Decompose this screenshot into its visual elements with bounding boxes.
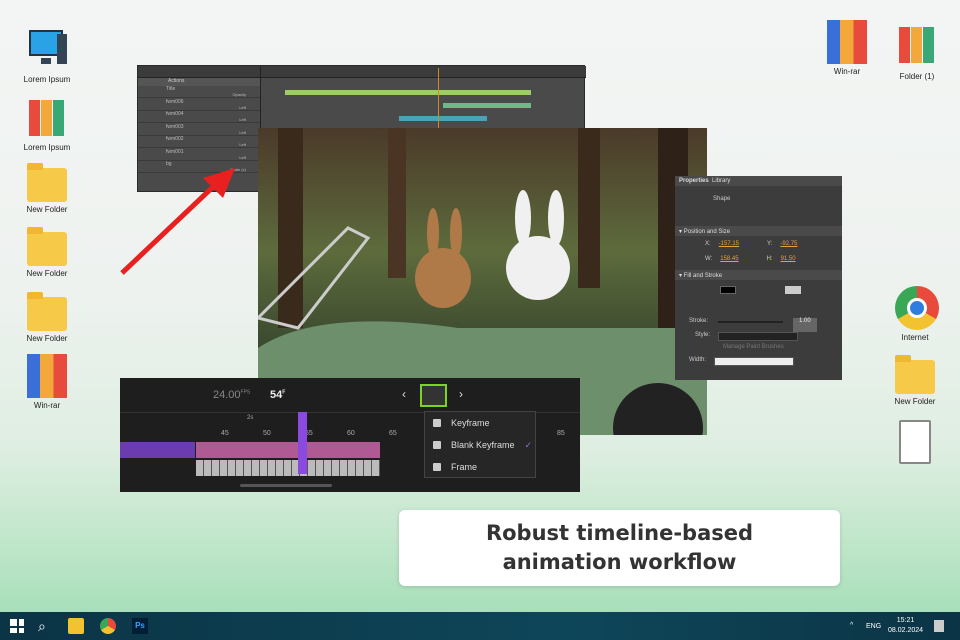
file-explorer-icon[interactable] [68,618,84,634]
frame-icon [433,463,441,471]
desktop-icon-folder[interactable]: New Folder [883,352,947,406]
layer-name: fwm003 [166,123,184,130]
layer-row[interactable]: fwm002 Left [138,136,260,148]
frame-tick-label: 85 [557,430,565,437]
menu-item-frame[interactable]: Frame [425,456,535,478]
desktop-icon-computer[interactable]: Lorem Ipsum [15,28,79,84]
winrar-icon [27,354,67,398]
checkmark-icon: ✓ [524,439,533,450]
style-dropdown[interactable] [718,332,799,341]
stroke-input[interactable]: 1.00 [793,318,817,332]
chrome-taskbar-icon[interactable] [100,618,116,634]
menu-item-blank-keyframe[interactable]: Blank Keyframe ✓ [425,434,535,456]
red-arrow [120,168,235,275]
computer-icon [27,28,67,72]
prev-keyframe-button[interactable]: ‹ [402,387,406,401]
tween-span[interactable] [196,442,380,458]
title-bar[interactable] [285,90,531,95]
manage-paint-brushes-button[interactable]: Manage Paint Brushes [675,344,842,357]
fps-value[interactable]: 24.00 [213,389,241,401]
stroke-slider[interactable] [718,321,784,323]
frame-tick-label: 45 [221,430,229,437]
layer-row[interactable]: Title Opacity [138,86,260,98]
language-indicator[interactable]: ENG [866,623,881,630]
keyframe-icon [433,419,441,427]
fwm004-bar[interactable] [399,116,487,121]
layer-name: fwm001 [166,148,184,155]
layer-property: Left [239,129,246,135]
notifications-icon[interactable] [934,620,944,632]
folder-icon [895,355,935,394]
shape-type: Shape [713,196,731,202]
x-value[interactable]: -157.15 [719,241,739,253]
chrome-icon [895,286,939,330]
width-dropdown[interactable] [714,357,795,366]
clock[interactable]: 15:21 08.02.2024 [888,616,923,636]
tray-caret[interactable]: ^ [850,622,853,629]
desktop-icon-folder[interactable]: New Folder [15,224,79,278]
layer-row[interactable]: fwm004 Left [138,111,260,123]
desktop-icon-internet[interactable]: Internet [883,286,947,342]
layer-row[interactable]: fwm003 Left [138,124,260,136]
insert-keyframe-button[interactable] [420,384,447,407]
layer-property: Left [239,104,246,110]
desktop-icon-winrar[interactable]: Win-rar [15,354,79,410]
layer-name: fwm002 [166,136,184,142]
frame-span[interactable] [196,460,380,476]
binders-icon [897,25,937,69]
playhead[interactable] [298,412,307,474]
folder-icon [27,163,67,202]
fwm006-bar[interactable] [443,103,531,108]
section-fill-stroke[interactable]: ▾ Fill and Stroke [675,270,842,280]
frame-tick-label: 60 [347,430,355,437]
fill-color-swatch[interactable] [720,286,736,294]
frame-tick-label: 50 [263,430,271,437]
search-icon[interactable]: ⌕ [38,618,54,634]
layer-property: Left [239,142,246,147]
desktop-icon-binders[interactable]: Lorem Ipsum [15,96,79,152]
desktop-icon-folder[interactable]: New Folder [15,160,79,214]
keyframe-dropdown-menu: Keyframe Blank Keyframe ✓ Frame [424,411,536,478]
timeline-toolbar [138,66,586,78]
frame-tick-label: 65 [389,430,397,437]
layer-name: fwm004 [166,111,184,117]
layer-property: Left [239,154,246,160]
section-position-size[interactable]: ▾ Position and Size [675,226,842,236]
taskbar: ⌕ Ps ^ ENG 15:21 08.02.2024 [0,612,960,640]
layer-property: Left [239,117,246,122]
start-button[interactable] [10,619,24,633]
next-keyframe-button[interactable]: › [459,387,463,401]
caption-box: Robust timeline-based animation workflow [399,510,840,586]
binders-icon [27,96,67,140]
layer-row[interactable]: fwm001 Left [138,149,260,161]
desktop-icon-folder[interactable]: New Folder [15,289,79,343]
blank-keyframe-icon [433,441,441,449]
h-value[interactable]: 91.50 [781,256,796,270]
layer-name: fwm006 [166,98,184,105]
desktop-icon-winrar[interactable]: Win-rar [815,20,879,76]
w-value[interactable]: 158.45 [720,256,738,270]
horizontal-scrollbar[interactable] [240,484,332,487]
actions-header: Actions [138,78,260,86]
folder-icon [27,227,67,266]
layer-row-selected[interactable] [120,442,195,458]
layer-name: Title [166,86,176,92]
folder-icon [27,292,67,331]
y-value[interactable]: -92.75 [780,241,797,253]
tab-properties[interactable]: Properties [679,178,709,184]
properties-panel: Properties Library Shape ▾ Position and … [675,176,842,380]
layer-property: Opacity [232,92,246,97]
recycle-bin-icon[interactable] [883,420,947,467]
stroke-color-swatch[interactable] [785,286,801,294]
current-frame[interactable]: 54 [270,389,282,401]
menu-item-keyframe[interactable]: Keyframe [425,412,535,434]
winrar-icon [827,20,867,64]
photoshop-icon[interactable]: Ps [132,618,148,634]
tab-library[interactable]: Library [712,178,730,184]
desktop-icon-folder-1[interactable]: Folder (1) [885,25,949,81]
layer-row[interactable]: fwm006 Left [138,99,260,111]
